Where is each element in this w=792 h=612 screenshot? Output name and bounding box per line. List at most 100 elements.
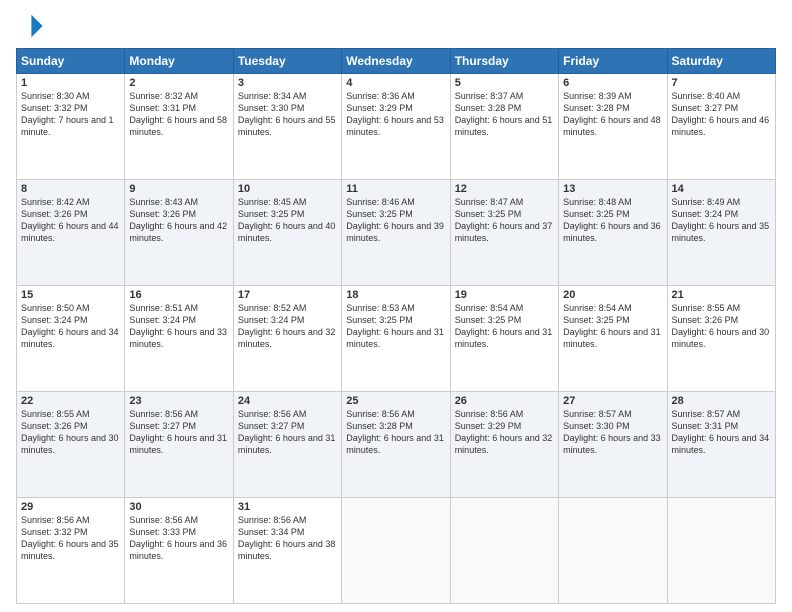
day-info: Sunrise: 8:36 AM Sunset: 3:29 PM Dayligh… [346,90,445,139]
day-number: 29 [21,501,120,513]
day-number: 24 [238,395,337,407]
daylight-label: Daylight: 6 hours and 55 minutes. [238,115,336,137]
day-number: 8 [21,183,120,195]
day-info: Sunrise: 8:56 AM Sunset: 3:28 PM Dayligh… [346,408,445,457]
calendar-cell: 8 Sunrise: 8:42 AM Sunset: 3:26 PM Dayli… [17,180,125,286]
calendar-cell: 4 Sunrise: 8:36 AM Sunset: 3:29 PM Dayli… [342,74,450,180]
daylight-label: Daylight: 7 hours and 1 minute. [21,115,114,137]
sunset-label: Sunset: 3:25 PM [346,315,413,325]
sunset-label: Sunset: 3:27 PM [238,421,305,431]
sunset-label: Sunset: 3:28 PM [346,421,413,431]
day-number: 7 [672,77,771,89]
calendar-cell: 15 Sunrise: 8:50 AM Sunset: 3:24 PM Dayl… [17,286,125,392]
sunrise-label: Sunrise: 8:56 AM [129,515,198,525]
column-header-sunday: Sunday [17,49,125,74]
day-number: 10 [238,183,337,195]
calendar-cell: 12 Sunrise: 8:47 AM Sunset: 3:25 PM Dayl… [450,180,558,286]
calendar-cell: 10 Sunrise: 8:45 AM Sunset: 3:25 PM Dayl… [233,180,341,286]
calendar-cell: 27 Sunrise: 8:57 AM Sunset: 3:30 PM Dayl… [559,392,667,498]
sunrise-label: Sunrise: 8:56 AM [238,409,307,419]
calendar-cell: 3 Sunrise: 8:34 AM Sunset: 3:30 PM Dayli… [233,74,341,180]
column-header-saturday: Saturday [667,49,775,74]
sunrise-label: Sunrise: 8:36 AM [346,91,415,101]
day-number: 12 [455,183,554,195]
day-number: 15 [21,289,120,301]
day-number: 6 [563,77,662,89]
day-number: 1 [21,77,120,89]
sunrise-label: Sunrise: 8:30 AM [21,91,90,101]
daylight-label: Daylight: 6 hours and 32 minutes. [455,433,553,455]
sunrise-label: Sunrise: 8:40 AM [672,91,741,101]
sunset-label: Sunset: 3:33 PM [129,527,196,537]
sunset-label: Sunset: 3:29 PM [346,103,413,113]
day-info: Sunrise: 8:49 AM Sunset: 3:24 PM Dayligh… [672,196,771,245]
calendar-cell: 19 Sunrise: 8:54 AM Sunset: 3:25 PM Dayl… [450,286,558,392]
calendar-cell: 11 Sunrise: 8:46 AM Sunset: 3:25 PM Dayl… [342,180,450,286]
day-number: 17 [238,289,337,301]
day-info: Sunrise: 8:46 AM Sunset: 3:25 PM Dayligh… [346,196,445,245]
sunset-label: Sunset: 3:30 PM [238,103,305,113]
daylight-label: Daylight: 6 hours and 32 minutes. [238,327,336,349]
calendar-cell: 2 Sunrise: 8:32 AM Sunset: 3:31 PM Dayli… [125,74,233,180]
sunrise-label: Sunrise: 8:39 AM [563,91,632,101]
sunrise-label: Sunrise: 8:32 AM [129,91,198,101]
day-info: Sunrise: 8:57 AM Sunset: 3:31 PM Dayligh… [672,408,771,457]
daylight-label: Daylight: 6 hours and 53 minutes. [346,115,444,137]
sunrise-label: Sunrise: 8:56 AM [238,515,307,525]
sunrise-label: Sunrise: 8:42 AM [21,197,90,207]
sunrise-label: Sunrise: 8:48 AM [563,197,632,207]
sunrise-label: Sunrise: 8:56 AM [129,409,198,419]
calendar-cell [450,498,558,604]
sunset-label: Sunset: 3:31 PM [672,421,739,431]
day-number: 9 [129,183,228,195]
day-info: Sunrise: 8:42 AM Sunset: 3:26 PM Dayligh… [21,196,120,245]
daylight-label: Daylight: 6 hours and 31 minutes. [346,327,444,349]
day-info: Sunrise: 8:30 AM Sunset: 3:32 PM Dayligh… [21,90,120,139]
sunset-label: Sunset: 3:26 PM [129,209,196,219]
calendar-cell: 25 Sunrise: 8:56 AM Sunset: 3:28 PM Dayl… [342,392,450,498]
calendar-cell: 7 Sunrise: 8:40 AM Sunset: 3:27 PM Dayli… [667,74,775,180]
calendar-cell: 16 Sunrise: 8:51 AM Sunset: 3:24 PM Dayl… [125,286,233,392]
calendar-cell: 18 Sunrise: 8:53 AM Sunset: 3:25 PM Dayl… [342,286,450,392]
calendar-cell: 24 Sunrise: 8:56 AM Sunset: 3:27 PM Dayl… [233,392,341,498]
daylight-label: Daylight: 6 hours and 37 minutes. [455,221,553,243]
daylight-label: Daylight: 6 hours and 30 minutes. [21,433,119,455]
day-number: 2 [129,77,228,89]
calendar-cell: 28 Sunrise: 8:57 AM Sunset: 3:31 PM Dayl… [667,392,775,498]
day-info: Sunrise: 8:47 AM Sunset: 3:25 PM Dayligh… [455,196,554,245]
day-info: Sunrise: 8:55 AM Sunset: 3:26 PM Dayligh… [672,302,771,351]
daylight-label: Daylight: 6 hours and 58 minutes. [129,115,227,137]
sunset-label: Sunset: 3:25 PM [346,209,413,219]
calendar-cell: 1 Sunrise: 8:30 AM Sunset: 3:32 PM Dayli… [17,74,125,180]
day-info: Sunrise: 8:45 AM Sunset: 3:25 PM Dayligh… [238,196,337,245]
day-number: 5 [455,77,554,89]
day-info: Sunrise: 8:54 AM Sunset: 3:25 PM Dayligh… [455,302,554,351]
day-info: Sunrise: 8:54 AM Sunset: 3:25 PM Dayligh… [563,302,662,351]
day-number: 14 [672,183,771,195]
daylight-label: Daylight: 6 hours and 42 minutes. [129,221,227,243]
column-header-tuesday: Tuesday [233,49,341,74]
daylight-label: Daylight: 6 hours and 31 minutes. [346,433,444,455]
calendar-cell: 23 Sunrise: 8:56 AM Sunset: 3:27 PM Dayl… [125,392,233,498]
daylight-label: Daylight: 6 hours and 46 minutes. [672,115,770,137]
day-number: 31 [238,501,337,513]
sunrise-label: Sunrise: 8:56 AM [346,409,415,419]
daylight-label: Daylight: 6 hours and 36 minutes. [563,221,661,243]
day-number: 19 [455,289,554,301]
sunrise-label: Sunrise: 8:49 AM [672,197,741,207]
sunrise-label: Sunrise: 8:47 AM [455,197,524,207]
calendar-cell: 26 Sunrise: 8:56 AM Sunset: 3:29 PM Dayl… [450,392,558,498]
day-info: Sunrise: 8:52 AM Sunset: 3:24 PM Dayligh… [238,302,337,351]
sunrise-label: Sunrise: 8:54 AM [563,303,632,313]
day-number: 21 [672,289,771,301]
calendar-cell: 29 Sunrise: 8:56 AM Sunset: 3:32 PM Dayl… [17,498,125,604]
day-number: 30 [129,501,228,513]
daylight-label: Daylight: 6 hours and 33 minutes. [129,327,227,349]
sunrise-label: Sunrise: 8:46 AM [346,197,415,207]
sunrise-label: Sunrise: 8:55 AM [672,303,741,313]
sunset-label: Sunset: 3:32 PM [21,103,88,113]
daylight-label: Daylight: 6 hours and 30 minutes. [672,327,770,349]
calendar-cell: 14 Sunrise: 8:49 AM Sunset: 3:24 PM Dayl… [667,180,775,286]
column-header-monday: Monday [125,49,233,74]
sunrise-label: Sunrise: 8:45 AM [238,197,307,207]
